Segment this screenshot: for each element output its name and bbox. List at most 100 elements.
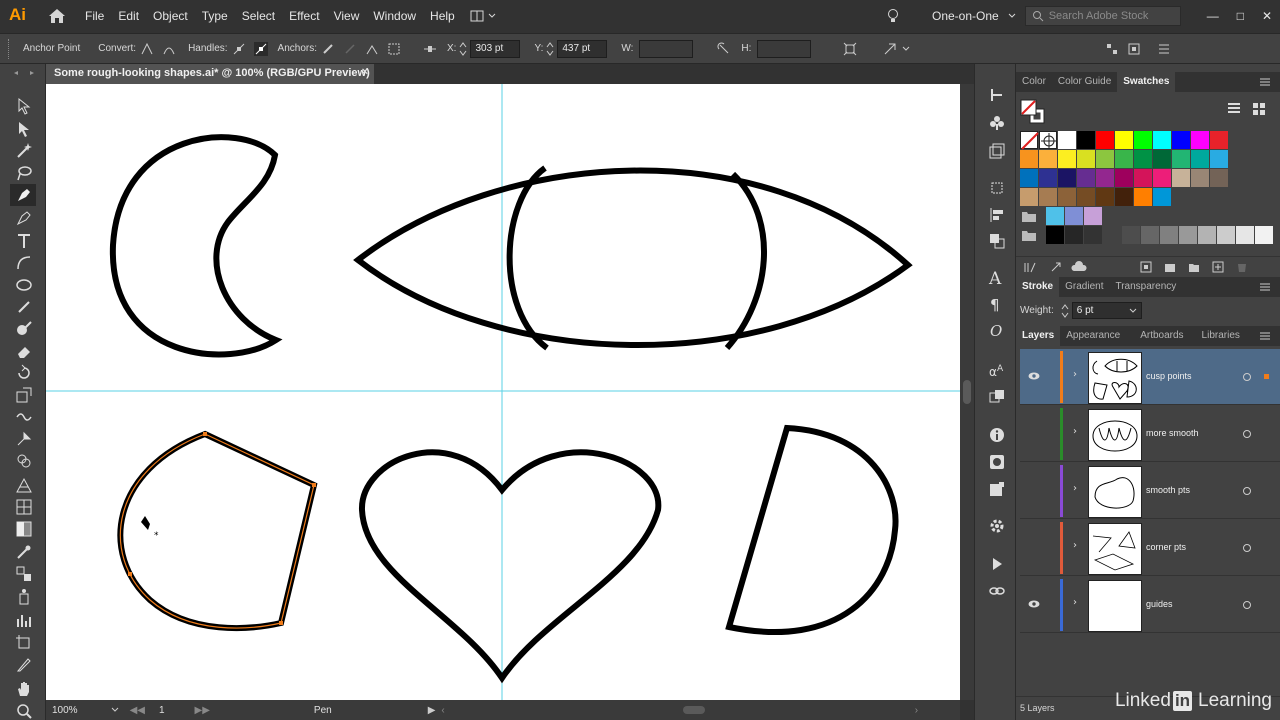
magic-wand-icon[interactable] xyxy=(15,142,33,160)
color-swatch[interactable] xyxy=(1134,188,1152,206)
layer-name[interactable]: corner pts xyxy=(1146,542,1186,552)
mesh-tool-icon[interactable] xyxy=(15,498,33,516)
anchor-point[interactable] xyxy=(312,483,316,487)
symbols-icon[interactable] xyxy=(988,114,1006,132)
color-swatch[interactable] xyxy=(1065,207,1083,225)
color-swatch[interactable] xyxy=(1115,188,1133,206)
anchor-point[interactable] xyxy=(279,621,283,625)
tab-libraries[interactable]: Libraries xyxy=(1196,326,1246,346)
color-swatch[interactable] xyxy=(1096,131,1114,149)
color-swatch[interactable] xyxy=(1191,131,1209,149)
color-swatch[interactable] xyxy=(1115,131,1133,149)
layer-row[interactable]: › corner pts xyxy=(1020,520,1280,576)
color-swatch[interactable] xyxy=(1134,131,1152,149)
libraries-link-icon[interactable] xyxy=(988,582,1006,600)
swatch-none[interactable] xyxy=(1020,131,1039,150)
list-view-icon[interactable] xyxy=(1227,102,1241,116)
folder-icon[interactable] xyxy=(1020,207,1038,225)
color-swatch[interactable] xyxy=(1210,150,1228,168)
export-icon[interactable] xyxy=(988,480,1006,498)
color-swatch[interactable] xyxy=(1210,169,1228,187)
color-swatch[interactable] xyxy=(1039,150,1057,168)
color-swatch[interactable] xyxy=(1046,207,1064,225)
heart-shape[interactable] xyxy=(358,449,662,684)
zoom-level[interactable]: 100% xyxy=(52,705,78,716)
layer-row[interactable]: › cusp points xyxy=(1020,349,1280,405)
color-swatch[interactable] xyxy=(1058,150,1076,168)
menu-window[interactable]: Window xyxy=(373,9,416,23)
puppet-warp-icon[interactable] xyxy=(15,430,33,448)
vertical-scroll-thumb[interactable] xyxy=(963,380,971,404)
menu-view[interactable]: View xyxy=(334,9,360,23)
pathfinder-icon[interactable] xyxy=(988,232,1006,250)
artwork[interactable]: * xyxy=(46,84,960,700)
column-graph-icon[interactable] xyxy=(15,611,33,629)
color-swatch[interactable] xyxy=(1115,150,1133,168)
artboard-number[interactable]: 1 xyxy=(159,705,165,716)
visibility-eye-icon[interactable] xyxy=(1028,372,1040,380)
color-swatch[interactable] xyxy=(1210,131,1228,149)
gradient-tool-icon[interactable] xyxy=(15,520,33,538)
delete-swatch-icon[interactable] xyxy=(1236,261,1248,273)
align-panel-icon[interactable] xyxy=(988,206,1006,224)
swatch-libraries-icon[interactable] xyxy=(1024,261,1038,273)
close-window-button[interactable]: ✕ xyxy=(1262,9,1272,23)
document-tab[interactable]: Some rough-looking shapes.ai* @ 100% (RG… xyxy=(46,64,374,84)
color-swatch[interactable] xyxy=(1153,169,1171,187)
anchor-point[interactable] xyxy=(128,572,132,576)
y-field[interactable]: 437 pt xyxy=(557,39,608,58)
glyphs-icon[interactable]: αA xyxy=(988,361,1006,379)
convert-corner-icon[interactable] xyxy=(140,42,154,56)
remove-anchor-icon[interactable] xyxy=(321,42,335,56)
shaper-tool-icon[interactable] xyxy=(15,320,33,338)
paragraph-icon[interactable]: ¶ xyxy=(990,296,1000,314)
menu-edit[interactable]: Edit xyxy=(118,9,139,23)
expand-caret-icon[interactable]: › xyxy=(1073,597,1077,608)
color-swatch[interactable] xyxy=(1153,150,1171,168)
curvature-tool-icon[interactable] xyxy=(15,209,33,227)
color-swatch[interactable] xyxy=(1077,169,1095,187)
color-swatch[interactable] xyxy=(1191,150,1209,168)
scroll-right-icon[interactable]: › xyxy=(915,705,918,716)
weight-stepper-icon[interactable] xyxy=(1060,303,1070,319)
eyedropper-icon[interactable] xyxy=(15,543,33,561)
tab-transparency[interactable]: Transparency xyxy=(1109,277,1182,297)
minimize-button[interactable]: — xyxy=(1207,9,1219,23)
x-stepper-icon[interactable] xyxy=(459,41,467,57)
new-swatch-icon[interactable] xyxy=(1212,261,1224,273)
color-swatch[interactable] xyxy=(1153,188,1171,206)
symbol-sprayer-icon[interactable] xyxy=(15,588,33,606)
horizontal-scroll-thumb[interactable] xyxy=(682,706,705,714)
fill-stroke-indicator[interactable] xyxy=(1020,99,1046,125)
d-shape[interactable] xyxy=(725,424,899,635)
expand-caret-icon[interactable]: › xyxy=(1073,426,1077,437)
color-swatch[interactable] xyxy=(1191,169,1209,187)
hand-tool-icon[interactable] xyxy=(15,680,33,698)
direct-selection-tool-icon[interactable] xyxy=(15,120,33,138)
convert-smooth-icon[interactable] xyxy=(162,42,176,56)
warp-tool-icon[interactable] xyxy=(15,408,33,426)
perspective-grid-icon[interactable] xyxy=(15,476,33,494)
color-group-icon[interactable] xyxy=(1164,261,1176,273)
lasso-icon[interactable] xyxy=(15,164,33,182)
cloud-icon[interactable] xyxy=(1070,260,1088,272)
home-icon[interactable] xyxy=(47,7,67,25)
target-circle-icon[interactable] xyxy=(1243,601,1251,609)
layer-row[interactable]: › guides xyxy=(1020,577,1280,633)
gpu-performance-icon[interactable] xyxy=(988,86,1006,104)
actions-play-icon[interactable] xyxy=(988,555,1006,573)
eye-iris-shape[interactable] xyxy=(506,165,767,351)
menu-type[interactable]: Type xyxy=(202,9,228,23)
slice-tool-icon[interactable] xyxy=(15,656,33,674)
line-tool-icon[interactable] xyxy=(15,254,33,272)
links-icon[interactable] xyxy=(988,388,1006,406)
color-swatch[interactable] xyxy=(1084,207,1102,225)
color-swatch[interactable] xyxy=(1077,131,1095,149)
color-swatch[interactable] xyxy=(1122,226,1140,244)
panel-menu-icon[interactable] xyxy=(1260,283,1270,291)
rotate-tool-icon[interactable] xyxy=(15,364,33,382)
chevron-down-icon[interactable] xyxy=(110,706,120,714)
assets-icon[interactable] xyxy=(988,142,1006,160)
target-circle-icon[interactable] xyxy=(1243,544,1251,552)
color-swatch[interactable] xyxy=(1172,169,1190,187)
